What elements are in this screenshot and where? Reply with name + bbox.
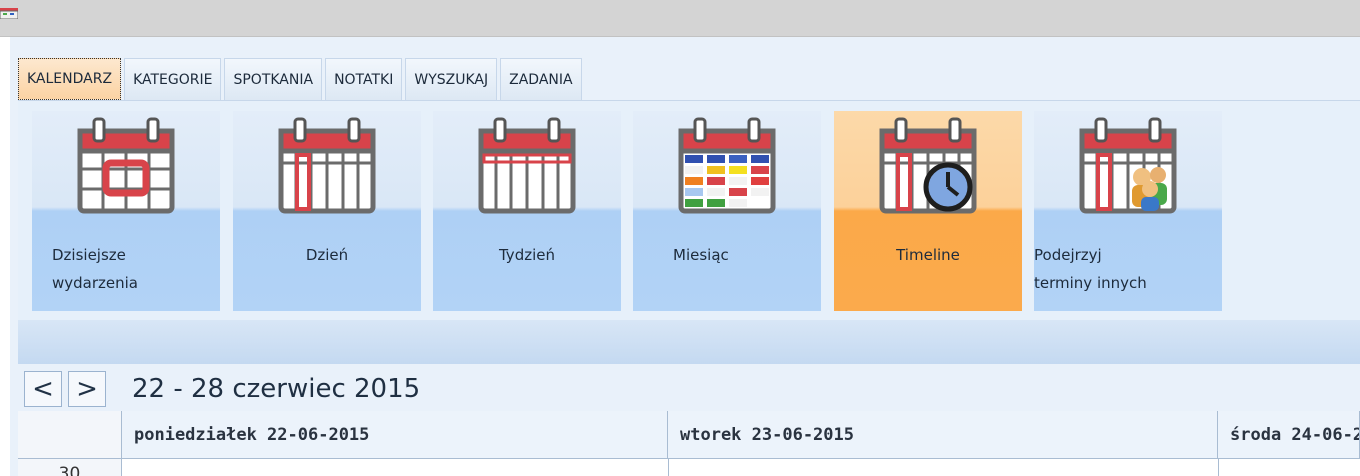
day-header-tuesday[interactable]: wtorek 23-06-2015 — [668, 411, 1218, 459]
month-view-button[interactable]: Miesiąc — [633, 111, 821, 311]
timeline-view-label: Timeline — [896, 246, 960, 264]
month-view-label: Miesiąc — [673, 246, 729, 264]
title-bar — [0, 0, 1360, 37]
today-events-label: Dzisiejsze wydarzenia — [52, 246, 138, 292]
next-week-button[interactable]: > — [68, 371, 106, 407]
others-calendar-icon — [1079, 117, 1177, 214]
day-view-label: Dzień — [305, 246, 349, 264]
grid-corner — [18, 411, 122, 459]
day-header-wednesday[interactable]: środa 24-06-2015 — [1218, 411, 1360, 459]
day-header-monday[interactable]: poniedziałek 22-06-2015 — [122, 411, 668, 459]
tab-kategorie[interactable]: KATEGORIE — [124, 58, 222, 100]
ribbon-tabs: KALENDARZ KATEGORIE SPOTKANIA NOTATKI WY… — [18, 56, 585, 100]
month-calendar-icon — [678, 117, 776, 214]
today-calendar-icon — [77, 117, 175, 214]
time-row-label: 30 — [18, 459, 122, 476]
ribbon-panel: Dzisiejsze wydarzenia Dzień Tydzień Mies… — [18, 100, 1360, 321]
date-navigation: < > 22 - 28 czerwiec 2015 — [18, 369, 1360, 411]
app-icon — [0, 8, 18, 19]
others-schedule-button[interactable]: Podejrzyj terminy innych — [1034, 111, 1222, 311]
timeline-view-button[interactable]: Timeline — [834, 111, 1022, 311]
week-view-label: Tydzień — [498, 246, 555, 264]
tab-kalendarz[interactable]: KALENDARZ — [18, 58, 122, 100]
timeline-calendar-icon — [879, 117, 977, 214]
week-view-button[interactable]: Tydzień — [433, 111, 621, 311]
day-calendar-icon — [278, 117, 376, 214]
column-divider — [1218, 459, 1219, 476]
tab-zadania[interactable]: ZADANIA — [500, 58, 582, 100]
week-grid: poniedziałek 22-06-2015 wtorek 23-06-201… — [18, 411, 1360, 476]
today-events-button[interactable]: Dzisiejsze wydarzenia — [32, 111, 220, 311]
tab-notatki[interactable]: NOTATKI — [325, 58, 403, 100]
date-range-title: 22 - 28 czerwiec 2015 — [132, 374, 421, 404]
week-calendar-icon — [478, 117, 576, 214]
tab-spotkania[interactable]: SPOTKANIA — [224, 58, 323, 100]
column-divider — [668, 459, 669, 476]
day-view-button[interactable]: Dzień — [233, 111, 421, 311]
others-schedule-label: Podejrzyj terminy innych — [1034, 246, 1147, 292]
previous-week-button[interactable]: < — [24, 371, 62, 407]
tab-wyszukaj[interactable]: WYSZUKAJ — [405, 58, 498, 100]
ribbon-group-bar — [18, 320, 1360, 364]
